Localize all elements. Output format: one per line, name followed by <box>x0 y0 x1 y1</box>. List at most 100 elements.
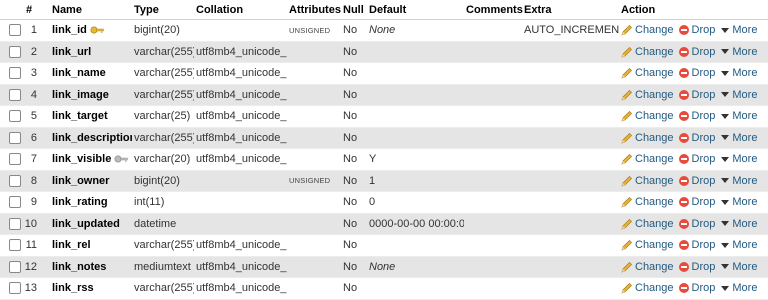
change-action[interactable]: Change <box>621 89 674 101</box>
header-null[interactable]: Null <box>341 0 367 20</box>
change-label[interactable]: Change <box>635 46 674 58</box>
change-label[interactable]: Change <box>635 218 674 230</box>
change-label[interactable]: Change <box>635 282 674 294</box>
more-action[interactable]: More <box>715 46 757 58</box>
change-action[interactable]: Change <box>621 175 674 187</box>
drop-label[interactable]: Drop <box>692 67 716 79</box>
row-checkbox[interactable] <box>9 153 21 166</box>
more-action[interactable]: More <box>715 132 757 144</box>
header-default[interactable]: Default <box>367 0 464 20</box>
change-label[interactable]: Change <box>635 196 674 208</box>
change-action[interactable]: Change <box>621 153 674 165</box>
row-checkbox[interactable] <box>9 239 21 252</box>
row-checkbox[interactable] <box>9 260 21 273</box>
change-label[interactable]: Change <box>635 132 674 144</box>
drop-action[interactable]: Drop <box>674 175 716 187</box>
more-action[interactable]: More <box>715 110 757 122</box>
more-label[interactable]: More <box>732 239 757 251</box>
more-label[interactable]: More <box>732 153 757 165</box>
change-action[interactable]: Change <box>621 261 674 273</box>
drop-label[interactable]: Drop <box>692 110 716 122</box>
more-label[interactable]: More <box>732 196 757 208</box>
header-attributes[interactable]: Attributes <box>287 0 341 20</box>
more-action[interactable]: More <box>715 261 757 273</box>
drop-label[interactable]: Drop <box>692 46 716 58</box>
drop-action[interactable]: Drop <box>674 110 716 122</box>
change-label[interactable]: Change <box>635 239 674 251</box>
more-action[interactable]: More <box>715 218 757 230</box>
drop-label[interactable]: Drop <box>692 239 716 251</box>
change-action[interactable]: Change <box>621 132 674 144</box>
row-checkbox[interactable] <box>9 196 21 209</box>
row-checkbox[interactable] <box>9 174 21 187</box>
change-action[interactable]: Change <box>621 24 674 36</box>
drop-label[interactable]: Drop <box>692 132 716 144</box>
more-action[interactable]: More <box>715 89 757 101</box>
drop-label[interactable]: Drop <box>692 89 716 101</box>
change-action[interactable]: Change <box>621 110 674 122</box>
more-label[interactable]: More <box>732 46 757 58</box>
change-action[interactable]: Change <box>621 282 674 294</box>
row-checkbox[interactable] <box>9 67 21 80</box>
change-action[interactable]: Change <box>621 196 674 208</box>
header-comments[interactable]: Comments <box>464 0 523 20</box>
drop-action[interactable]: Drop <box>674 218 716 230</box>
more-label[interactable]: More <box>732 110 757 122</box>
more-label[interactable]: More <box>732 132 757 144</box>
more-action[interactable]: More <box>715 153 757 165</box>
row-checkbox[interactable] <box>9 110 21 123</box>
drop-action[interactable]: Drop <box>674 261 716 273</box>
change-label[interactable]: Change <box>635 153 674 165</box>
more-label[interactable]: More <box>732 218 757 230</box>
drop-label[interactable]: Drop <box>692 261 716 273</box>
more-action[interactable]: More <box>715 196 757 208</box>
change-label[interactable]: Change <box>635 67 674 79</box>
more-label[interactable]: More <box>732 67 757 79</box>
more-action[interactable]: More <box>715 175 757 187</box>
more-label[interactable]: More <box>732 89 757 101</box>
more-label[interactable]: More <box>732 282 757 294</box>
drop-label[interactable]: Drop <box>692 153 716 165</box>
more-label[interactable]: More <box>732 24 757 36</box>
change-action[interactable]: Change <box>621 67 674 79</box>
drop-action[interactable]: Drop <box>674 153 716 165</box>
row-checkbox[interactable] <box>9 131 21 144</box>
drop-label[interactable]: Drop <box>692 218 716 230</box>
row-checkbox[interactable] <box>9 217 21 230</box>
drop-action[interactable]: Drop <box>674 67 716 79</box>
more-action[interactable]: More <box>715 282 757 294</box>
more-action[interactable]: More <box>715 239 757 251</box>
change-action[interactable]: Change <box>621 46 674 58</box>
more-label[interactable]: More <box>732 175 757 187</box>
drop-action[interactable]: Drop <box>674 132 716 144</box>
drop-label[interactable]: Drop <box>692 282 716 294</box>
change-label[interactable]: Change <box>635 89 674 101</box>
change-label[interactable]: Change <box>635 261 674 273</box>
drop-action[interactable]: Drop <box>674 46 716 58</box>
drop-action[interactable]: Drop <box>674 282 716 294</box>
change-action[interactable]: Change <box>621 239 674 251</box>
row-checkbox[interactable] <box>9 45 21 58</box>
drop-action[interactable]: Drop <box>674 239 716 251</box>
drop-action[interactable]: Drop <box>674 24 716 36</box>
header-number[interactable]: # <box>24 0 50 20</box>
drop-label[interactable]: Drop <box>692 175 716 187</box>
change-label[interactable]: Change <box>635 175 674 187</box>
header-extra[interactable]: Extra <box>522 0 619 20</box>
header-name[interactable]: Name <box>50 0 132 20</box>
row-checkbox[interactable] <box>9 88 21 101</box>
drop-action[interactable]: Drop <box>674 89 716 101</box>
change-action[interactable]: Change <box>621 218 674 230</box>
change-label[interactable]: Change <box>635 24 674 36</box>
row-checkbox[interactable] <box>9 24 21 37</box>
header-type[interactable]: Type <box>132 0 194 20</box>
drop-action[interactable]: Drop <box>674 196 716 208</box>
more-action[interactable]: More <box>715 67 757 79</box>
change-label[interactable]: Change <box>635 110 674 122</box>
more-action[interactable]: More <box>715 24 757 36</box>
row-checkbox[interactable] <box>9 282 21 295</box>
more-label[interactable]: More <box>732 261 757 273</box>
header-collation[interactable]: Collation <box>194 0 287 20</box>
drop-label[interactable]: Drop <box>692 24 716 36</box>
drop-label[interactable]: Drop <box>692 196 716 208</box>
